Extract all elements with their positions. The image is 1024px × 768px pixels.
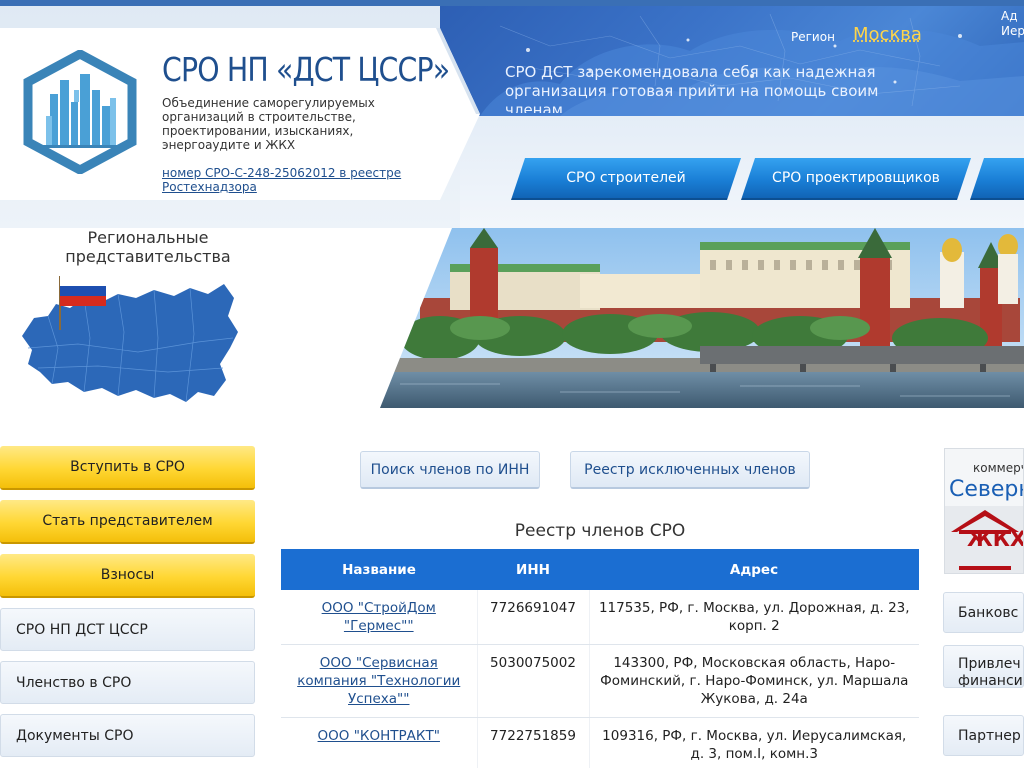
member-name-cell: ООО "СтройДом "Гермес"": [281, 590, 477, 645]
nav-sro-builders[interactable]: СРО строителей: [511, 158, 741, 200]
sidebar-item-membership[interactable]: Членство в СРО: [0, 661, 255, 704]
org-title[interactable]: СРО НП «ДСТ ЦССР»: [162, 50, 450, 89]
member-inn-cell: 5030075002: [476, 644, 589, 718]
join-sro-button[interactable]: Вступить в СРО: [0, 446, 255, 490]
partner-ad-banner[interactable]: коммерч Северн ЖКХ: [944, 448, 1024, 574]
member-name-link[interactable]: ООО "СтройДом "Гермес"": [322, 600, 436, 634]
fees-button[interactable]: Взносы: [0, 554, 255, 598]
excluded-members-button[interactable]: Реестр исключенных членов: [570, 451, 810, 489]
column-header[interactable]: Адрес: [589, 549, 919, 590]
nav-sro-designers[interactable]: СРО проектировщиков: [741, 158, 971, 200]
registry-table: Название ИНН Адрес ООО "СтройДом "Гермес…: [281, 549, 919, 768]
russia-map-flag-icon[interactable]: [18, 268, 242, 408]
page: СРО НП «ДСТ ЦССР» Объединение саморегули…: [0, 0, 1024, 768]
member-name-link[interactable]: ООО "КОНТРАКТ": [318, 728, 440, 744]
member-name-cell: ООО "КОНТРАКТ": [281, 717, 477, 768]
header-address-line: Ад: [1001, 9, 1018, 23]
table-row: ООО "Сервисная компания "Технологии Успе…: [281, 644, 919, 718]
right-menu-label: Привлеч: [958, 656, 1021, 672]
member-address-cell: 117535, РФ, г. Москва, ул. Дорожная, д. …: [588, 590, 919, 645]
right-menu-banking[interactable]: Банковс: [943, 592, 1024, 633]
ad-brand-text: Северн: [949, 477, 1023, 502]
right-menu-partners[interactable]: Партнер: [943, 715, 1024, 756]
right-menu-financing[interactable]: Привлеч финанси: [943, 645, 1024, 688]
regional-offices-title[interactable]: Региональные представительства: [50, 228, 246, 266]
header-address-text: Ад Иер: [1001, 9, 1024, 39]
region-selector[interactable]: Москва: [853, 24, 922, 45]
registry-number-link[interactable]: номер СРО-С-248-25062012 в реестре Росте…: [162, 166, 432, 194]
column-header[interactable]: Название: [281, 549, 477, 590]
city-skyline-hexagon-icon[interactable]: [22, 48, 138, 176]
sidebar-item-documents[interactable]: Документы СРО: [0, 714, 255, 757]
search-by-inn-button[interactable]: Поиск членов по ИНН: [360, 451, 540, 489]
slogan-text: СРО ДСТ зарекомендовала себя как надежна…: [505, 63, 879, 113]
table-header-row: Название ИНН Адрес: [281, 549, 919, 590]
right-menu-label: финанси: [958, 673, 1023, 688]
ad-zhkh-text: ЖКХ: [967, 527, 1024, 551]
kremlin-banner-image: [380, 228, 1024, 408]
column-header[interactable]: ИНН: [477, 549, 589, 590]
member-address-cell: 109316, РФ, г. Москва, ул. Иерусалимская…: [588, 717, 919, 768]
registry-title: Реестр членов СРО: [514, 521, 686, 541]
member-inn-cell: 7726691047: [476, 590, 589, 645]
member-inn-cell: 7722751859: [476, 717, 589, 768]
header-address-line: Иер: [1001, 24, 1024, 38]
member-address-cell: 143300, РФ, Московская область, Наро-Фом…: [588, 644, 919, 718]
become-representative-button[interactable]: Стать представителем: [0, 500, 255, 544]
sidebar-item-sro-np[interactable]: СРО НП ДСТ ЦССР: [0, 608, 255, 651]
member-name-cell: ООО "Сервисная компания "Технологии Успе…: [281, 644, 477, 718]
table-row: ООО "СтройДом "Гермес"" 7726691047 11753…: [281, 590, 919, 645]
member-name-link[interactable]: ООО "Сервисная компания "Технологии Успе…: [297, 655, 460, 707]
org-description: Объединение саморегулируемых организаций…: [162, 96, 375, 152]
table-row: ООО "КОНТРАКТ" 7722751859 109316, РФ, г.…: [281, 717, 919, 768]
region-label: Регион: [791, 30, 835, 44]
ad-top-text: коммерч: [973, 461, 1024, 475]
